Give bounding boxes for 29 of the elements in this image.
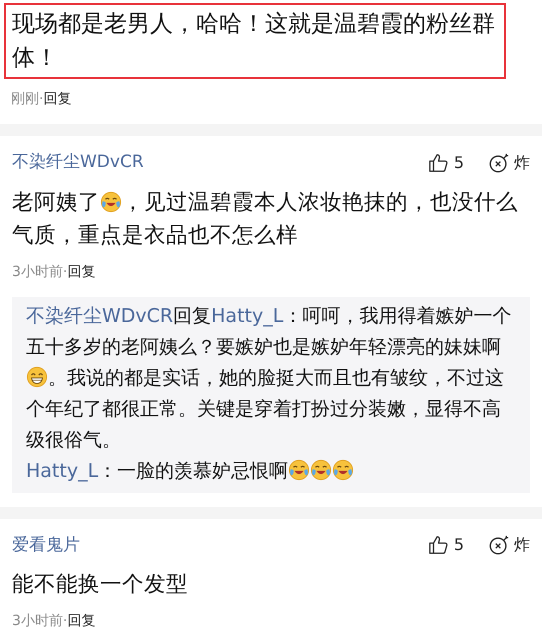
separator-dot: · xyxy=(62,264,68,280)
thumbs-up-icon[interactable] xyxy=(428,534,450,556)
reply-link[interactable]: 回复 xyxy=(67,613,96,629)
like-count: 5 xyxy=(454,534,464,556)
highlighted-comment: 现场都是老男人，哈哈！这就是温碧霞的粉丝群体！ xyxy=(4,3,506,79)
username[interactable]: 不染纤尘WDvCR xyxy=(12,150,144,176)
comment-time: 3小时前 xyxy=(12,613,63,629)
reply-link[interactable]: 回复 xyxy=(67,264,96,280)
grinning-emoji-icon xyxy=(26,366,48,388)
separator-dot: · xyxy=(39,91,44,107)
bomb-icon[interactable] xyxy=(488,152,510,174)
separator-dot: · xyxy=(62,613,68,629)
laughing-tears-emoji-icon xyxy=(332,458,354,480)
reply-text: Hatty_L：一脸的羡慕妒忌恨啊 xyxy=(26,456,512,486)
laughing-tears-emoji-icon xyxy=(288,458,310,480)
reply-link[interactable]: 回复 xyxy=(43,91,72,107)
comment-text: 老阿姨了 ，见过温碧霞本人浓妆艳抹的，也没什么气质，重点是衣品也不怎么样 xyxy=(12,188,519,250)
comment-time: 3小时前 xyxy=(12,264,63,280)
thumbs-up-icon[interactable] xyxy=(428,152,450,174)
like-count: 5 xyxy=(454,152,464,174)
bomb-label[interactable]: 炸 xyxy=(514,150,530,175)
username[interactable]: 爱看鬼片 xyxy=(12,532,80,558)
reply-text: 不染纤尘WDvCR回复Hatty_L：呵呵，我用得着嫉妒一个五十多岁的老阿姨么？要嫉妒也是嫉妒年轻漂亮的妹妹啊 。我说的都是实话，她的脸挺大而且也有皱纹，不过这个年纪了都很正常。关键是穿着打扮过分装嫩，显得不高级很俗气。 xyxy=(26,304,512,452)
comment-text: 能不能换一个发型 xyxy=(12,571,189,599)
laughing-tears-emoji-icon xyxy=(100,190,122,212)
bomb-label[interactable]: 炸 xyxy=(514,533,530,558)
bomb-icon[interactable] xyxy=(488,534,510,556)
laughing-tears-emoji-icon xyxy=(310,458,332,480)
comment-time: 刚刚 xyxy=(11,91,39,107)
